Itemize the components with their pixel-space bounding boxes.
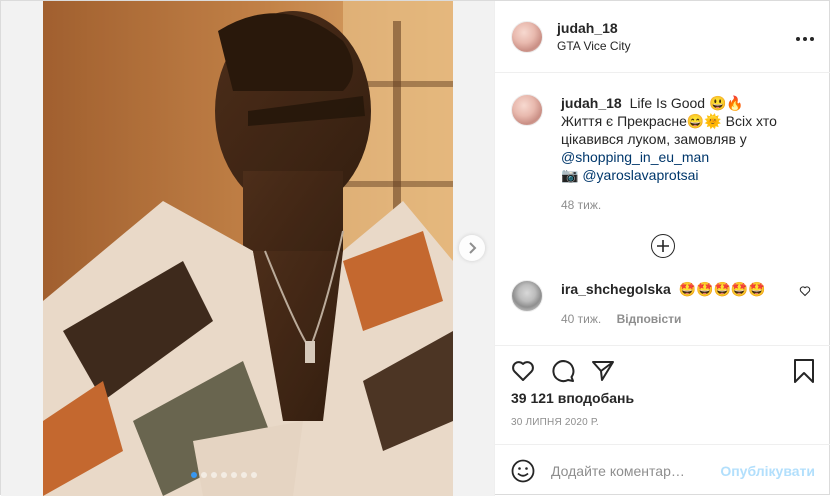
comments-section: judah_18 Life Is Good 😃🔥 Життя є Прекрас… — [495, 74, 830, 344]
caption-mention-photographer[interactable]: @yaroslavaprotsai — [582, 167, 698, 183]
author-avatar[interactable] — [511, 20, 543, 53]
post-card: judah_18 GTA Vice City judah_18 Life Is … — [0, 0, 830, 496]
caption-mention-shop[interactable]: @shopping_in_eu_man — [561, 149, 709, 165]
reply-button[interactable]: Відповісти — [617, 312, 682, 326]
camera-emoji: 📷 — [561, 167, 579, 183]
post-location[interactable]: GTA Vice City — [557, 37, 631, 55]
emoji-button[interactable] — [511, 457, 539, 485]
save-button[interactable] — [783, 355, 815, 387]
caption-text-line2: Життя є Прекрасне😄🌞 Всіх хто цікавився л… — [561, 113, 777, 147]
smiley-icon — [511, 459, 535, 482]
heart-icon — [512, 360, 534, 381]
carousel-dot — [191, 472, 197, 478]
caption-timestamp[interactable]: 48 тиж. — [561, 198, 601, 212]
commenter-username[interactable]: ira_shchegolska — [561, 281, 671, 297]
load-more-comments-button[interactable] — [651, 234, 675, 258]
carousel-dot — [231, 472, 237, 478]
caption-text-line1: Life Is Good 😃🔥 — [629, 95, 744, 111]
caption-username[interactable]: judah_18 — [561, 95, 622, 111]
caption-body: judah_18 Life Is Good 😃🔥 Життя є Прекрас… — [561, 94, 801, 184]
more-options-button[interactable] — [795, 26, 815, 47]
comment-like-button[interactable] — [799, 284, 811, 300]
caption: judah_18 Life Is Good 😃🔥 Життя є Прекрас… — [511, 94, 815, 212]
chevron-right-icon — [469, 242, 477, 254]
caption-meta: 48 тиж. — [561, 198, 801, 212]
carousel-next-button[interactable] — [459, 235, 485, 261]
carousel-dot — [211, 472, 217, 478]
comment-button[interactable] — [551, 355, 583, 387]
like-button[interactable] — [511, 355, 543, 387]
post-date[interactable]: 30 ЛИПНЯ 2020 Р. — [511, 417, 599, 428]
post-media[interactable] — [1, 1, 495, 496]
comment-bubble-icon — [552, 359, 575, 382]
author-info: judah_18 GTA Vice City — [557, 19, 631, 55]
comment-meta: 40 тиж. Відповісти — [561, 312, 801, 326]
post-photo[interactable] — [43, 1, 453, 496]
comment-composer: Опублікувати — [495, 444, 830, 496]
carousel-indicator — [191, 472, 257, 478]
carousel-dot — [241, 472, 247, 478]
share-button[interactable] — [591, 355, 623, 387]
comment-text: 🤩🤩🤩🤩🤩 — [678, 281, 766, 297]
author-username[interactable]: judah_18 — [557, 19, 631, 37]
post-sidebar: judah_18 GTA Vice City judah_18 Life Is … — [495, 1, 830, 496]
carousel-dot — [221, 472, 227, 478]
comment-input[interactable] — [551, 462, 711, 479]
post-actions — [495, 345, 830, 387]
heart-outline-icon — [799, 286, 811, 297]
carousel-dot — [251, 472, 257, 478]
post-header: judah_18 GTA Vice City — [495, 1, 830, 73]
paper-plane-icon — [592, 360, 614, 381]
comment-timestamp[interactable]: 40 тиж. — [561, 312, 601, 326]
plus-icon — [657, 240, 669, 252]
likes-count[interactable]: 39 121 вподобань — [511, 390, 634, 406]
photo-illustration — [43, 1, 453, 496]
publish-button[interactable]: Опублікувати — [720, 463, 815, 479]
comment-item: ira_shchegolska 🤩🤩🤩🤩🤩 40 тиж. Відповісти — [511, 280, 815, 326]
more-dots-icon — [796, 37, 814, 41]
commenter-avatar[interactable] — [511, 280, 543, 312]
caption-avatar[interactable] — [511, 94, 543, 126]
comment-body: ira_shchegolska 🤩🤩🤩🤩🤩 — [561, 280, 801, 298]
bookmark-icon — [794, 358, 814, 383]
carousel-dot — [201, 472, 207, 478]
